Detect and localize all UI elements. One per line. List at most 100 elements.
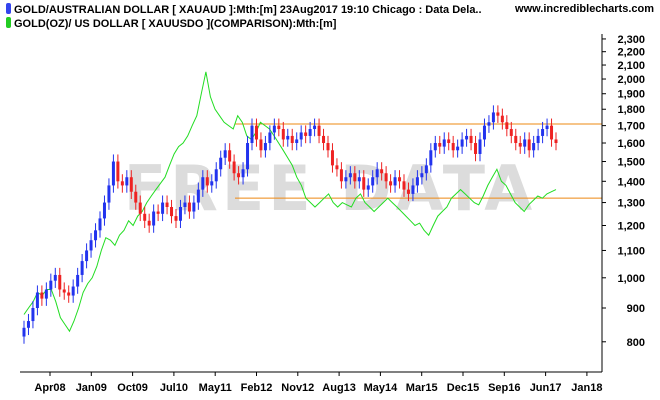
candle-body — [107, 185, 111, 203]
candle-body — [398, 177, 402, 182]
candle-body — [322, 135, 326, 144]
y-tick-label: 900 — [627, 303, 645, 315]
x-tick-label: Feb12 — [241, 382, 273, 394]
candle-body — [366, 185, 370, 190]
candle-body — [478, 139, 482, 154]
y-tick-label: 800 — [627, 337, 645, 349]
candle-body — [58, 274, 62, 290]
candle-body — [496, 112, 500, 116]
candle-body — [228, 150, 232, 162]
candle-body — [536, 135, 540, 144]
candle-body — [85, 250, 89, 262]
candle-body — [161, 202, 165, 214]
candle-body — [125, 177, 129, 186]
candle-body — [295, 139, 299, 144]
candle-body — [98, 218, 102, 231]
x-tick-label: Jan09 — [76, 382, 107, 394]
candle-body — [286, 135, 290, 140]
x-tick-label: Jan18 — [571, 382, 602, 394]
candle-body — [487, 122, 491, 126]
candle-body — [299, 132, 303, 140]
x-tick-label: Mar15 — [406, 382, 438, 394]
candle-body — [509, 129, 513, 136]
candle-body — [89, 240, 93, 251]
candle-body — [451, 143, 455, 151]
y-tick-label: 2,300 — [617, 34, 645, 46]
x-tick-label: Sep16 — [488, 382, 520, 394]
candle-body — [259, 139, 263, 151]
candle-body — [138, 202, 142, 214]
candle-body — [237, 173, 241, 178]
x-tick-label: Jul10 — [160, 382, 188, 394]
candle-body — [49, 280, 53, 290]
candle-body — [541, 129, 545, 136]
candle-body — [281, 129, 285, 140]
candle-body — [362, 177, 366, 190]
candle-body — [80, 261, 84, 275]
y-tick-label: 1,800 — [617, 104, 645, 116]
candle-body — [393, 177, 397, 186]
x-tick-label: Aug13 — [322, 382, 356, 394]
candle-body — [500, 115, 504, 123]
candle-body — [326, 143, 330, 151]
candle-body — [111, 161, 115, 186]
candle-body — [67, 292, 71, 296]
y-tick-label: 1,600 — [617, 138, 645, 150]
candle-body — [518, 143, 522, 147]
candle-body — [304, 132, 308, 136]
y-tick-label: 1,900 — [617, 89, 645, 101]
candle-body — [147, 220, 151, 226]
candle-body — [183, 202, 187, 208]
candle-body — [44, 289, 48, 299]
candle-body — [232, 161, 236, 174]
x-tick-label: May14 — [364, 382, 399, 394]
candle-body — [22, 327, 26, 337]
candle-body — [129, 177, 133, 192]
y-tick-label: 2,100 — [617, 60, 645, 72]
x-tick-label: Jun17 — [530, 382, 562, 394]
candle-body — [420, 173, 424, 178]
candle-body — [174, 216, 178, 221]
candle-body — [71, 286, 75, 296]
y-tick-label: 1,100 — [617, 245, 645, 257]
candle-body — [26, 321, 30, 328]
y-tick-label: 1,500 — [617, 157, 645, 169]
candle-body — [214, 169, 218, 182]
candle-body — [545, 125, 549, 130]
candle-body — [134, 191, 138, 203]
candle-body — [344, 177, 348, 182]
candle-body — [210, 181, 214, 186]
free-data-watermark: FREE DATA — [124, 152, 536, 225]
candle-body — [196, 189, 200, 203]
candle-body — [474, 143, 478, 154]
candle-body — [317, 125, 321, 136]
candle-body — [94, 230, 98, 241]
candle-body — [335, 165, 339, 170]
candle-body — [433, 143, 437, 151]
x-tick-label: Nov12 — [281, 382, 314, 394]
candle-body — [170, 207, 174, 217]
candle-body — [272, 125, 276, 133]
y-tick-label: 1,400 — [617, 176, 645, 188]
candle-body — [246, 143, 250, 170]
candle-body — [219, 157, 223, 170]
candle-body — [250, 125, 254, 144]
candle-body — [348, 173, 352, 178]
candle-body — [469, 135, 473, 144]
candle-body — [192, 202, 196, 212]
candle-body — [205, 177, 209, 186]
x-tick-label: Dec15 — [447, 382, 479, 394]
candle-body — [143, 213, 147, 221]
candle-body — [456, 146, 460, 151]
candle-body — [152, 211, 156, 226]
x-tick-label: Apr08 — [34, 382, 65, 394]
candle-body — [277, 125, 281, 130]
y-tick-label: 1,700 — [617, 121, 645, 133]
candle-body — [308, 129, 312, 136]
candle-body — [35, 292, 39, 309]
y-tick-label: 1,000 — [617, 273, 645, 285]
x-tick-label: May11 — [199, 382, 232, 394]
candle-body — [53, 274, 57, 281]
candle-body — [389, 181, 393, 186]
candle-body — [380, 169, 384, 174]
